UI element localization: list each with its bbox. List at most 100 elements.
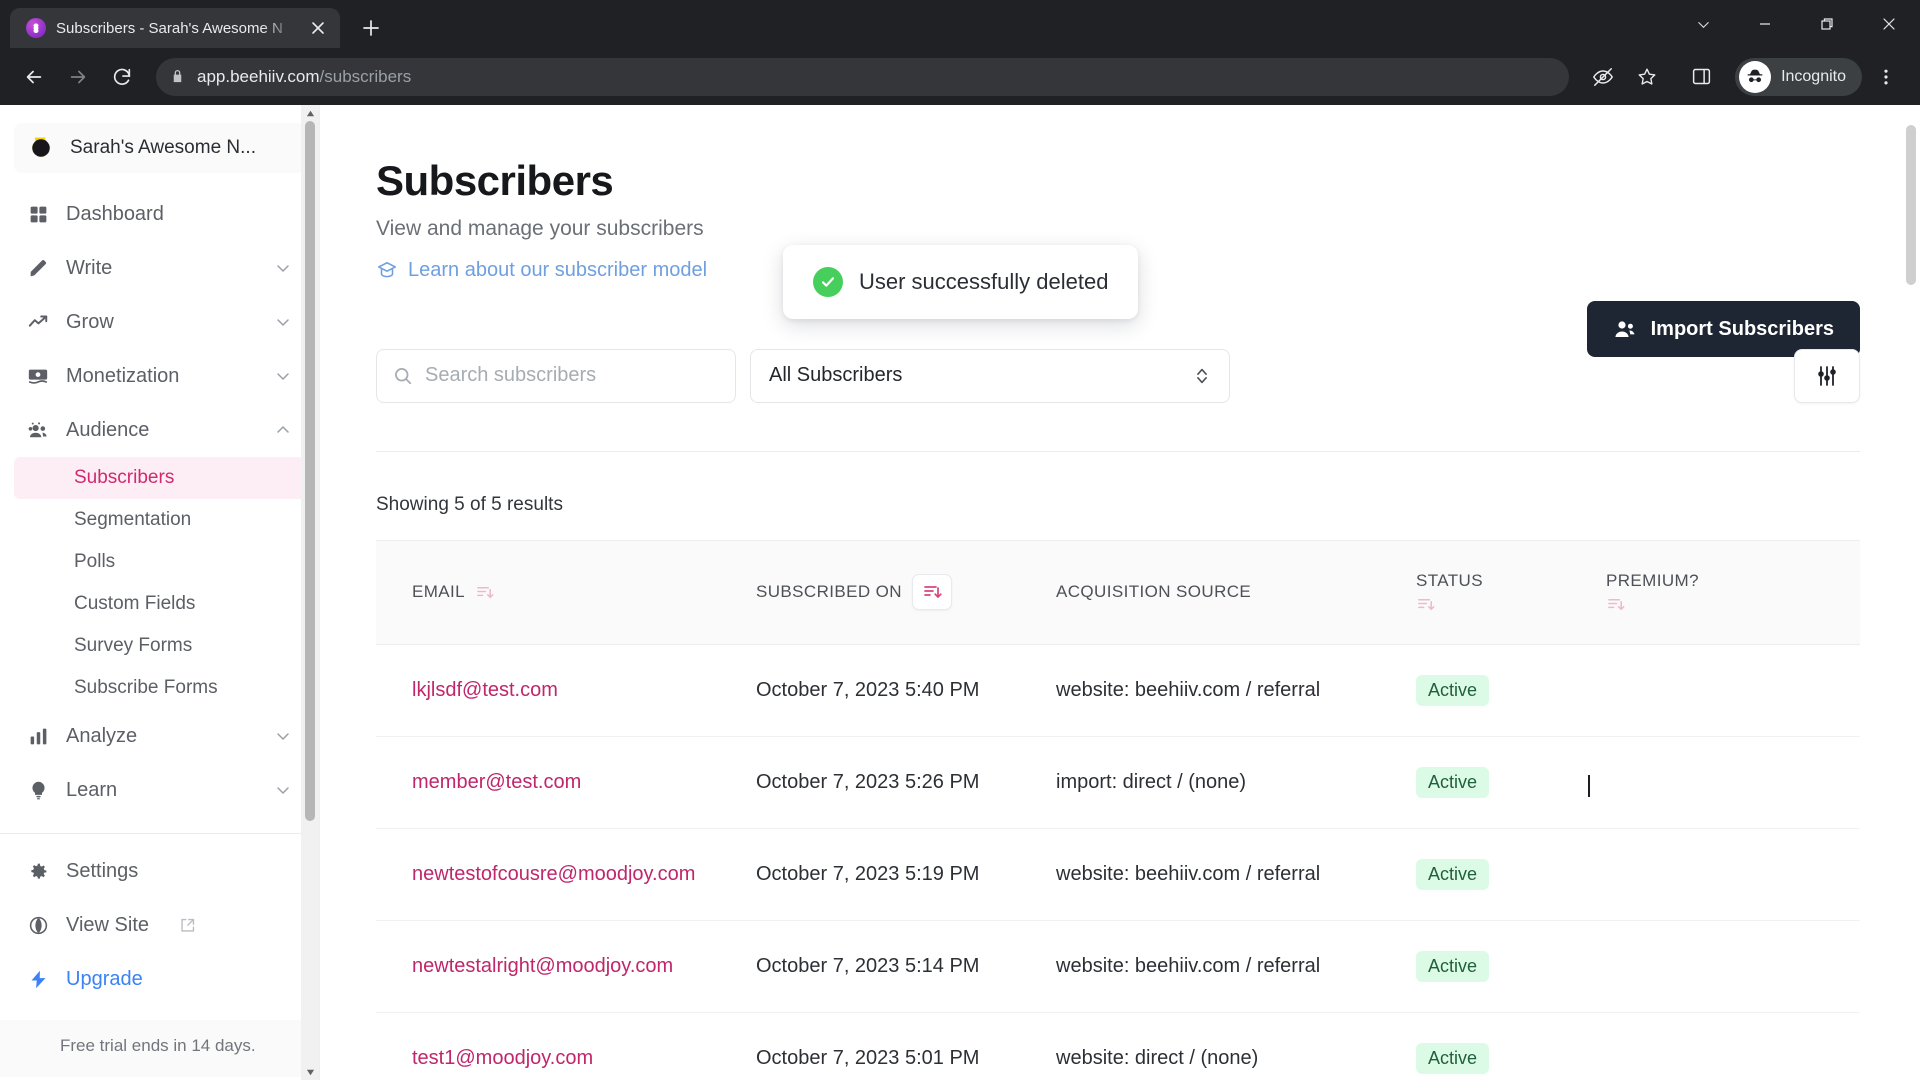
star-icon[interactable] xyxy=(1627,57,1667,97)
sidebar-sublabel: Subscribers xyxy=(74,467,175,488)
page-scroll-thumb[interactable] xyxy=(1906,125,1916,285)
cell-subscribed-on: October 7, 2023 5:14 PM xyxy=(756,920,1056,1013)
kebab-menu-icon[interactable] xyxy=(1866,57,1906,97)
side-panel-icon[interactable] xyxy=(1681,57,1721,97)
workspace-switcher[interactable]: Sarah's Awesome N... xyxy=(14,123,305,173)
sidebar-label: Upgrade xyxy=(66,967,143,990)
cell-email[interactable]: test1@moodjoy.com xyxy=(376,1012,756,1080)
sidebar-scrollbar[interactable] xyxy=(301,105,319,1080)
restore-icon[interactable] xyxy=(1796,0,1858,48)
column-label: SUBSCRIBED ON xyxy=(756,582,902,601)
toolbar-icons: Incognito xyxy=(1583,57,1906,97)
cell-source: website: beehiiv.com / referral xyxy=(1056,828,1416,921)
sidebar-item-survey-forms[interactable]: Survey Forms xyxy=(14,625,305,667)
cell-premium xyxy=(1606,736,1860,829)
close-icon[interactable] xyxy=(306,16,330,40)
learn-subscriber-model-link[interactable]: Learn about our subscriber model xyxy=(376,259,707,282)
minimize-icon[interactable] xyxy=(1734,0,1796,48)
chevron-down-icon[interactable] xyxy=(1672,0,1734,48)
lock-icon xyxy=(170,69,185,84)
cell-subscribed-on: October 7, 2023 5:01 PM xyxy=(756,1012,1056,1080)
scroll-down-icon[interactable] xyxy=(301,1064,319,1080)
table-row[interactable]: newtestofcousre@moodjoy.com October 7, 2… xyxy=(376,828,1860,921)
reload-icon[interactable] xyxy=(102,57,142,97)
url-text: app.beehiiv.com/subscribers xyxy=(197,66,412,86)
sidebar-item-subscribers[interactable]: Subscribers xyxy=(14,457,305,499)
browser-tab[interactable]: Subscribers - Sarah's Awesome N xyxy=(10,8,340,48)
sidebar-item-view-site[interactable]: View Site xyxy=(14,898,305,952)
plus-icon[interactable] xyxy=(354,11,388,45)
sidebar-item-analyze[interactable]: Analyze xyxy=(14,709,305,763)
sidebar-item-grow[interactable]: Grow xyxy=(14,295,305,349)
window-controls xyxy=(1672,0,1920,48)
profile-label: Incognito xyxy=(1781,67,1846,85)
sidebar-label: Dashboard xyxy=(66,202,164,225)
sort-icon-active[interactable] xyxy=(911,574,952,610)
cell-source: website: beehiiv.com / referral xyxy=(1056,920,1416,1013)
segment-select[interactable]: All Subscribers xyxy=(750,348,1230,403)
cell-status: Active xyxy=(1416,828,1606,921)
window-close-icon[interactable] xyxy=(1858,0,1920,48)
table-row[interactable]: member@test.com October 7, 2023 5:26 PM … xyxy=(376,736,1860,829)
column-header-status[interactable]: STATUS xyxy=(1416,540,1606,644)
page-scrollbar[interactable] xyxy=(1902,105,1920,1080)
grid-icon xyxy=(26,202,50,226)
table-row[interactable]: newtestalright@moodjoy.com October 7, 20… xyxy=(376,920,1860,1013)
cell-email[interactable]: newtestofcousre@moodjoy.com xyxy=(376,828,756,921)
filter-bar: Search subscribers All Subscribers xyxy=(376,348,1860,403)
page-viewport: Sarah's Awesome N... Dashboard Write Gro… xyxy=(0,105,1920,1080)
gear-icon xyxy=(26,859,50,883)
cell-source: import: direct / (none) xyxy=(1056,736,1416,829)
scroll-up-icon[interactable] xyxy=(301,105,319,121)
cell-email[interactable]: newtestalright@moodjoy.com xyxy=(376,920,756,1013)
beehiiv-logo-icon xyxy=(26,133,56,163)
table-row[interactable]: test1@moodjoy.com October 7, 2023 5:01 P… xyxy=(376,1012,1860,1080)
chevron-down-icon xyxy=(273,728,293,744)
sort-icon[interactable] xyxy=(1416,595,1435,614)
sidebar-item-settings[interactable]: Settings xyxy=(14,844,305,898)
globe-icon xyxy=(26,913,50,937)
sort-icon[interactable] xyxy=(1606,595,1625,614)
cell-status: Active xyxy=(1416,736,1606,829)
cell-subscribed-on: October 7, 2023 5:26 PM xyxy=(756,736,1056,829)
column-header-premium[interactable]: PREMIUM? xyxy=(1606,540,1860,644)
cell-subscribed-on: October 7, 2023 5:40 PM xyxy=(756,644,1056,737)
column-header-email[interactable]: EMAIL xyxy=(376,540,756,644)
sidebar-item-monetization[interactable]: Monetization xyxy=(14,349,305,403)
sidebar-item-learn[interactable]: Learn xyxy=(14,763,305,817)
sidebar-item-audience[interactable]: Audience xyxy=(14,403,305,457)
external-link-icon xyxy=(177,917,197,934)
chevron-down-icon xyxy=(273,782,293,798)
sidebar-label: View Site xyxy=(66,913,150,936)
user-add-icon xyxy=(1613,317,1637,341)
sort-icon[interactable] xyxy=(475,583,494,602)
import-button-label: Import Subscribers xyxy=(1650,317,1834,340)
sidebar-item-segmentation[interactable]: Segmentation xyxy=(14,499,305,541)
table-row[interactable]: lkjlsdf@test.com October 7, 2023 5:40 PM… xyxy=(376,644,1860,737)
sidebar-divider xyxy=(0,833,319,834)
column-label: ACQUISITION SOURCE xyxy=(1056,582,1252,601)
column-header-subscribed-on[interactable]: SUBSCRIBED ON xyxy=(756,540,1056,644)
page-subtitle: View and manage your subscribers xyxy=(376,217,704,240)
status-badge: Active xyxy=(1416,858,1490,890)
incognito-indicator[interactable]: Incognito xyxy=(1735,57,1862,96)
search-input[interactable]: Search subscribers xyxy=(376,348,736,403)
sidebar-scroll-thumb[interactable] xyxy=(305,121,315,821)
workspace-name: Sarah's Awesome N... xyxy=(70,137,256,158)
address-bar[interactable]: app.beehiiv.com/subscribers xyxy=(156,57,1570,96)
sidebar-sublabel: Segmentation xyxy=(74,509,192,530)
sidebar-sublabel: Polls xyxy=(74,551,116,572)
cell-email[interactable]: lkjlsdf@test.com xyxy=(376,644,756,737)
pencil-icon xyxy=(26,256,50,280)
back-arrow-icon[interactable] xyxy=(14,57,54,97)
sidebar-item-polls[interactable]: Polls xyxy=(14,541,305,583)
eye-off-icon[interactable] xyxy=(1583,57,1623,97)
sidebar-item-custom-fields[interactable]: Custom Fields xyxy=(14,583,305,625)
cell-email[interactable]: member@test.com xyxy=(376,736,756,829)
advanced-filters-button[interactable] xyxy=(1794,348,1860,403)
sidebar-item-write[interactable]: Write xyxy=(14,241,305,295)
sidebar-item-subscribe-forms[interactable]: Subscribe Forms xyxy=(14,667,305,709)
forward-arrow-icon[interactable] xyxy=(58,57,98,97)
sidebar-item-upgrade[interactable]: Upgrade xyxy=(14,952,305,1006)
sidebar-item-dashboard[interactable]: Dashboard xyxy=(14,187,305,241)
